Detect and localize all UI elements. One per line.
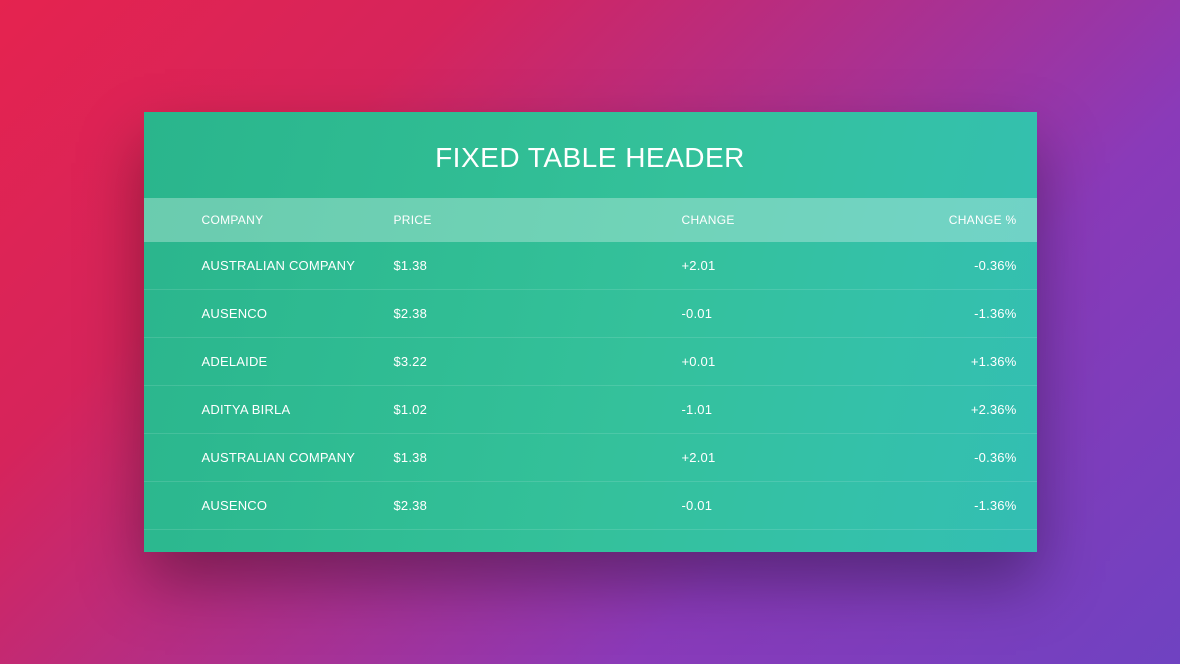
table-row: AUSENCO $2.38 -0.01 -1.36%: [144, 290, 1037, 338]
cell-change: +2.01: [682, 258, 922, 273]
table-body[interactable]: AUSTRALIAN COMPANY $1.38 +2.01 -0.36% AU…: [144, 242, 1037, 537]
table-row: AUSENCO $2.38 -0.01 -1.36%: [144, 482, 1037, 530]
cell-change: +0.01: [682, 354, 922, 369]
cell-price: $1.38: [394, 258, 682, 273]
table-panel: FIXED TABLE HEADER COMPANY PRICE CHANGE …: [144, 112, 1037, 552]
cell-change-pct: -0.36%: [922, 450, 1037, 465]
cell-company: AUSENCO: [144, 498, 394, 513]
table-row: ADELAIDE $3.22 +0.01 +1.36%: [144, 338, 1037, 386]
cell-change-pct: -1.36%: [922, 306, 1037, 321]
cell-change: +2.01: [682, 450, 922, 465]
col-header-change: CHANGE: [682, 213, 922, 227]
cell-price: $2.38: [394, 306, 682, 321]
col-header-company: COMPANY: [144, 213, 394, 227]
cell-price: $2.38: [394, 498, 682, 513]
cell-change-pct: -1.36%: [922, 498, 1037, 513]
cell-change-pct: -0.36%: [922, 258, 1037, 273]
cell-company: AUSTRALIAN COMPANY: [144, 258, 394, 273]
table-header-row: COMPANY PRICE CHANGE CHANGE %: [144, 198, 1037, 242]
table-row: AUSTRALIAN COMPANY $1.38 +2.01 -0.36%: [144, 242, 1037, 290]
cell-change: -1.01: [682, 402, 922, 417]
cell-company: AUSTRALIAN COMPANY: [144, 450, 394, 465]
table-row: AUSTRALIAN COMPANY $1.38 +2.01 -0.36%: [144, 434, 1037, 482]
cell-change-pct: +2.36%: [922, 402, 1037, 417]
cell-price: $1.02: [394, 402, 682, 417]
cell-price: $1.38: [394, 450, 682, 465]
cell-company: AUSENCO: [144, 306, 394, 321]
panel-title: FIXED TABLE HEADER: [144, 112, 1037, 198]
cell-price: $3.22: [394, 354, 682, 369]
table-row: ADITYA BIRLA $1.02 -1.01 +2.36%: [144, 386, 1037, 434]
cell-company: ADITYA BIRLA: [144, 402, 394, 417]
col-header-change-pct: CHANGE %: [922, 213, 1037, 227]
col-header-price: PRICE: [394, 213, 682, 227]
cell-change: -0.01: [682, 306, 922, 321]
cell-change-pct: +1.36%: [922, 354, 1037, 369]
cell-company: ADELAIDE: [144, 354, 394, 369]
cell-change: -0.01: [682, 498, 922, 513]
